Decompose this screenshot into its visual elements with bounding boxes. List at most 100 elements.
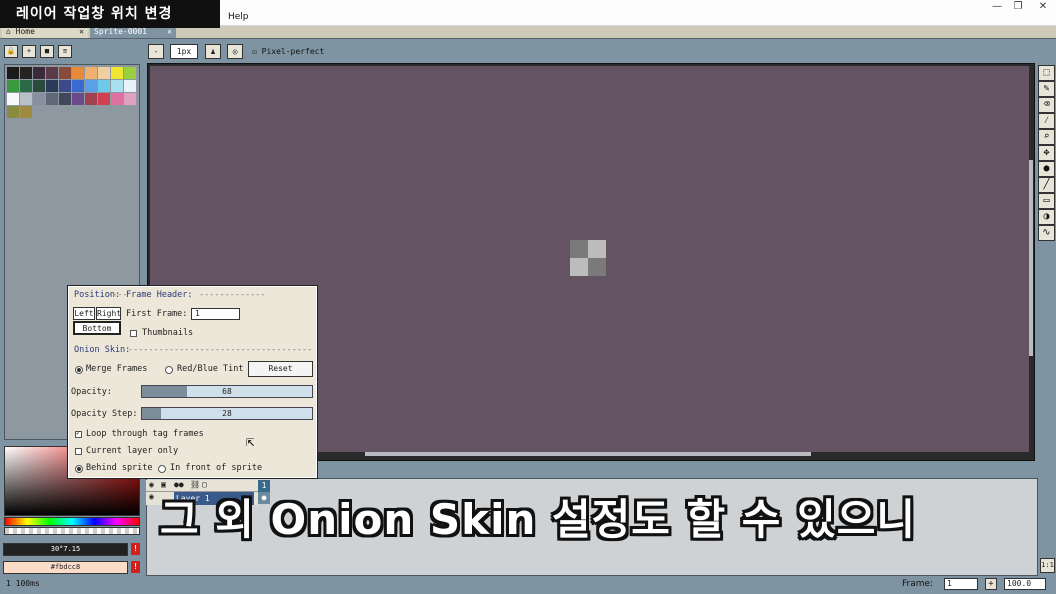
eraser-icon[interactable]: ⌫ xyxy=(1038,97,1055,113)
current-layer-only-checkbox[interactable] xyxy=(75,448,82,455)
palette-swatch[interactable] xyxy=(46,67,58,79)
palette-swatch[interactable] xyxy=(7,67,19,79)
rectangle-icon[interactable]: ▭ xyxy=(1038,193,1055,209)
palette-swatch[interactable] xyxy=(20,93,32,105)
opacity-value: 68 xyxy=(222,387,232,396)
pixel-perfect-checkbox[interactable]: ☑ Pixel-perfect xyxy=(252,47,324,56)
red-blue-tint-label: Red/Blue Tint xyxy=(177,364,244,374)
fg-warning-icon[interactable]: ! xyxy=(131,543,140,555)
palette-swatch[interactable] xyxy=(72,67,84,79)
checkbox-check-icon: ☑ xyxy=(252,47,257,56)
pencil-icon[interactable]: ✎ xyxy=(1038,81,1055,97)
vertical-scrollbar[interactable] xyxy=(1029,160,1033,356)
minimize-button[interactable]: — xyxy=(990,2,1004,14)
background-color[interactable]: #fbdcc8 xyxy=(3,561,128,574)
brush-shape-button[interactable]: - xyxy=(148,44,164,59)
palette-swatch[interactable] xyxy=(46,93,58,105)
app-window: Help — ❐ ✕ ⌂ Home ✕ Sprite-0001 ✕ 레이어 작업… xyxy=(0,0,1056,594)
frame-header-label: Frame Header: xyxy=(126,290,193,300)
palette-swatch[interactable] xyxy=(98,80,110,92)
divider: ---- xyxy=(107,290,128,300)
position-left-button[interactable]: Left xyxy=(73,307,95,320)
palette-swatch[interactable] xyxy=(85,67,97,79)
red-blue-tint-radio[interactable] xyxy=(165,366,173,374)
palette-swatch[interactable] xyxy=(33,80,45,92)
behind-sprite-radio[interactable] xyxy=(75,465,83,473)
menu-help[interactable]: Help xyxy=(228,12,249,22)
palette-view-button[interactable]: ■ xyxy=(40,45,54,58)
mouse-cursor-icon: ⇱ xyxy=(246,434,255,450)
restore-button[interactable]: ❐ xyxy=(1011,2,1025,14)
palette-swatch[interactable] xyxy=(20,80,32,92)
loop-tag-frames-checkbox[interactable] xyxy=(75,429,82,438)
opacity-step-slider[interactable]: 28 xyxy=(141,407,313,420)
palette-swatch[interactable] xyxy=(59,93,71,105)
opacity-label: Opacity: xyxy=(71,387,112,397)
current-layer-only-label: Current layer only xyxy=(86,446,179,456)
palette-swatch[interactable] xyxy=(20,106,32,118)
frame-input[interactable]: 1 xyxy=(944,578,978,590)
palette-swatch[interactable] xyxy=(7,80,19,92)
palette-swatch[interactable] xyxy=(98,93,110,105)
merge-frames-radio[interactable] xyxy=(75,366,83,374)
palette-swatch[interactable] xyxy=(33,93,45,105)
palette-swatch[interactable] xyxy=(59,80,71,92)
eye-icon[interactable]: ◉ xyxy=(149,480,154,489)
in-front-of-sprite-radio[interactable] xyxy=(158,465,166,473)
position-right-button[interactable]: Right xyxy=(96,307,121,320)
position-bottom-button[interactable]: Bottom xyxy=(73,321,121,335)
palette-swatch[interactable] xyxy=(59,67,71,79)
palette-options-button[interactable]: ≡ xyxy=(58,45,72,58)
bucket-icon[interactable]: ● xyxy=(1038,161,1055,177)
blur-icon[interactable]: ∿ xyxy=(1038,225,1055,241)
palette-swatch[interactable] xyxy=(111,80,123,92)
sprite-canvas[interactable] xyxy=(570,240,606,276)
brush-size-input[interactable]: 1px xyxy=(170,44,198,59)
alpha-slider[interactable] xyxy=(4,527,140,535)
eyedropper-icon[interactable]: ⁄ xyxy=(1038,113,1055,129)
palette-swatch[interactable] xyxy=(72,80,84,92)
palette-swatch[interactable] xyxy=(7,93,19,105)
lock-palette-button[interactable]: 🔒 xyxy=(4,45,18,58)
opacity-slider[interactable]: 68 xyxy=(141,385,313,398)
palette-swatch[interactable] xyxy=(85,80,97,92)
move-icon[interactable]: ✥ xyxy=(1038,145,1055,161)
zoom-input[interactable]: 100.0 xyxy=(1004,578,1046,590)
thumbnails-checkbox[interactable] xyxy=(130,330,137,337)
palette-swatch[interactable] xyxy=(111,93,123,105)
first-frame-input[interactable]: 1 xyxy=(191,308,240,320)
ellipse-icon[interactable]: ◑ xyxy=(1038,209,1055,225)
zoom-icon[interactable]: ⌕ xyxy=(1038,129,1055,145)
divider: ------------------------------------ xyxy=(128,345,313,355)
home-icon: ⌂ xyxy=(6,27,11,36)
onion-skin-popup: Position: Frame Header: ---- -----------… xyxy=(67,285,318,479)
layer-visibility-icon[interactable]: ◉ xyxy=(149,492,154,501)
zoom-plus-button[interactable]: + xyxy=(985,578,997,590)
close-button[interactable]: ✕ xyxy=(1036,2,1050,14)
palette-swatch[interactable] xyxy=(72,93,84,105)
palette-swatch[interactable] xyxy=(7,106,19,118)
marquee-icon[interactable]: ⬚ xyxy=(1038,65,1055,81)
ink-type-button[interactable]: ♟ xyxy=(205,44,221,59)
line-icon[interactable]: ╱ xyxy=(1038,177,1055,193)
palette-swatch[interactable] xyxy=(111,67,123,79)
palette-swatch[interactable] xyxy=(124,93,136,105)
palette-swatch[interactable] xyxy=(33,67,45,79)
add-color-button[interactable]: + xyxy=(22,45,36,58)
hue-slider[interactable] xyxy=(4,517,140,526)
pixel-perfect-icon[interactable]: ◎ xyxy=(227,44,243,59)
foreground-color[interactable]: 30°7.15 xyxy=(3,543,128,556)
bg-warning-icon[interactable]: ! xyxy=(131,561,140,573)
tool-bar: ⬚ ✎ ⌫ ⁄ ⌕ ✥ ● ╱ ▭ ◑ ∿ xyxy=(1038,63,1056,253)
palette-swatch[interactable] xyxy=(124,80,136,92)
palette-swatch[interactable] xyxy=(85,93,97,105)
tab-home-label: Home xyxy=(15,27,35,36)
reset-button[interactable]: Reset xyxy=(248,361,313,377)
palette-swatch[interactable] xyxy=(124,67,136,79)
palette-swatch[interactable] xyxy=(20,67,32,79)
pixel-ratio-button[interactable]: 1:1 xyxy=(1040,558,1055,573)
horizontal-scrollbar[interactable] xyxy=(365,452,811,456)
palette-swatch[interactable] xyxy=(98,67,110,79)
palette-swatch[interactable] xyxy=(46,80,58,92)
divider: ------------- xyxy=(199,290,266,300)
